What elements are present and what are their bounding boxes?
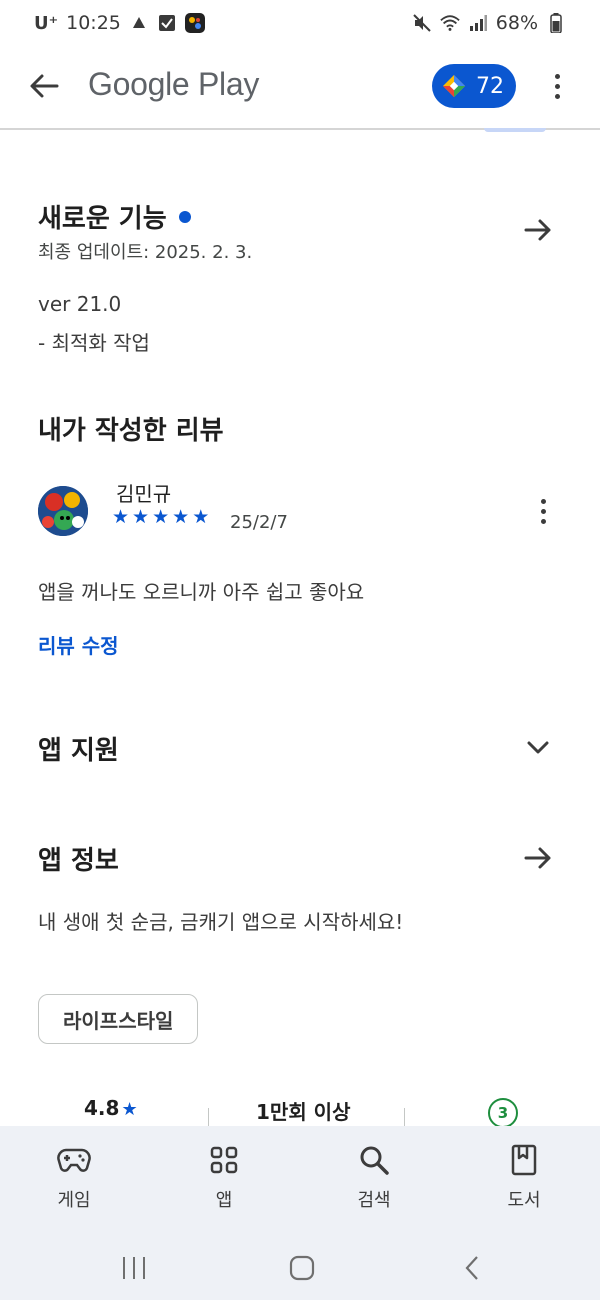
nav-label-apps: 앱 <box>215 1190 233 1211</box>
star-icon: ★ <box>172 506 190 528</box>
star-icon: ★ <box>112 506 130 528</box>
reviewer-name: 김민규 <box>116 482 172 506</box>
status-left: U⁺ 10:25 <box>34 12 205 34</box>
back-arrow-icon <box>30 74 59 98</box>
app-info-arrow-button[interactable] <box>518 838 558 878</box>
back-button[interactable] <box>26 68 62 104</box>
battery-icon <box>546 13 566 33</box>
signal-icon <box>468 13 488 33</box>
nav-label-books: 도서 <box>507 1190 541 1211</box>
app-info-title[interactable]: 앱 정보 <box>38 840 119 877</box>
downloads-stat: 1만회 이상 <box>256 1100 351 1124</box>
update-note-text: - 최적화 작업 <box>38 331 150 355</box>
nav-item-apps[interactable]: 앱 <box>174 1142 274 1212</box>
scrolled-content-edge <box>484 128 546 132</box>
system-back-button[interactable] <box>452 1248 492 1288</box>
nav-label-search: 검색 <box>357 1190 391 1211</box>
app-description: 내 생애 첫 순금, 금캐기 앱으로 시작하세요! <box>38 910 404 934</box>
app-support-title[interactable]: 앱 지원 <box>38 730 119 767</box>
avatar <box>38 486 88 536</box>
star-icon: ★ <box>192 506 210 528</box>
status-bar: U⁺ 10:25 68% <box>0 0 600 46</box>
nav-item-search[interactable]: 검색 <box>324 1142 424 1212</box>
review-date: 25/2/7 <box>230 512 288 533</box>
edit-review-link[interactable]: 리뷰 수정 <box>38 630 119 659</box>
nav-item-books[interactable]: 도서 <box>474 1142 574 1212</box>
more-options-button[interactable] <box>540 68 574 104</box>
home-button[interactable] <box>282 1248 322 1288</box>
star-icon: ★ <box>152 506 170 528</box>
apps-grid-icon <box>206 1142 242 1178</box>
arrow-right-icon <box>524 847 551 869</box>
chevron-left-icon <box>465 1256 478 1280</box>
review-body: 앱을 꺼나도 오르니까 아주 쉽고 좋아요 <box>38 580 365 604</box>
recents-icon <box>123 1257 145 1279</box>
google-play-logo: Google Play <box>88 66 260 102</box>
rating-value: 4.8 <box>84 1096 120 1120</box>
review-stars: ★ ★ ★ ★ ★ <box>112 508 209 527</box>
stat-divider <box>404 1108 405 1128</box>
whats-new-arrow-button[interactable] <box>518 210 558 250</box>
notification-icon <box>129 13 149 33</box>
gamepad-icon <box>56 1142 92 1178</box>
review-options-button[interactable] <box>530 496 556 526</box>
system-navigation-bar <box>0 1244 600 1294</box>
star-icon: ★ <box>121 1099 138 1120</box>
wifi-icon <box>440 13 460 33</box>
age-rating-badge: 3 <box>488 1098 518 1128</box>
home-icon <box>289 1255 315 1281</box>
nav-item-games[interactable]: 게임 <box>24 1142 124 1212</box>
app-notification-icon <box>184 13 205 33</box>
mute-icon <box>412 13 432 33</box>
nav-label-games: 게임 <box>57 1190 91 1211</box>
battery-percent: 68% <box>495 12 538 34</box>
search-icon <box>356 1142 392 1178</box>
whats-new-title: 새로운 기능 <box>38 204 167 234</box>
rating-stat: 4.8 ★ <box>84 1096 138 1120</box>
book-icon <box>506 1142 542 1178</box>
recents-button[interactable] <box>114 1248 154 1288</box>
stat-divider <box>208 1108 209 1128</box>
last-updated-text: 최종 업데이트: 2025. 2. 3. <box>38 242 253 263</box>
play-points-badge[interactable]: 72 <box>432 64 516 108</box>
star-icon: ★ <box>132 506 150 528</box>
whats-new-header[interactable]: 새로운 기능 <box>38 198 191 235</box>
app-bar: Google Play 72 <box>0 46 600 128</box>
play-points-icon <box>443 75 465 97</box>
my-review-title: 내가 작성한 리뷰 <box>38 416 224 446</box>
chevron-down-icon <box>527 741 549 754</box>
bottom-navigation: 게임 앱 검색 도서 <box>0 1126 600 1300</box>
app-support-expand-button[interactable] <box>520 730 556 766</box>
version-text: ver 21.0 <box>38 292 122 316</box>
category-chip[interactable]: 라이프스타일 <box>38 994 199 1044</box>
checkbox-icon <box>157 13 177 33</box>
status-right: 68% <box>412 12 566 34</box>
carrier-label: U⁺ <box>34 12 59 34</box>
arrow-right-icon <box>524 219 551 241</box>
status-time: 10:25 <box>66 12 121 34</box>
points-count: 72 <box>476 73 504 99</box>
new-indicator-dot <box>178 210 191 223</box>
